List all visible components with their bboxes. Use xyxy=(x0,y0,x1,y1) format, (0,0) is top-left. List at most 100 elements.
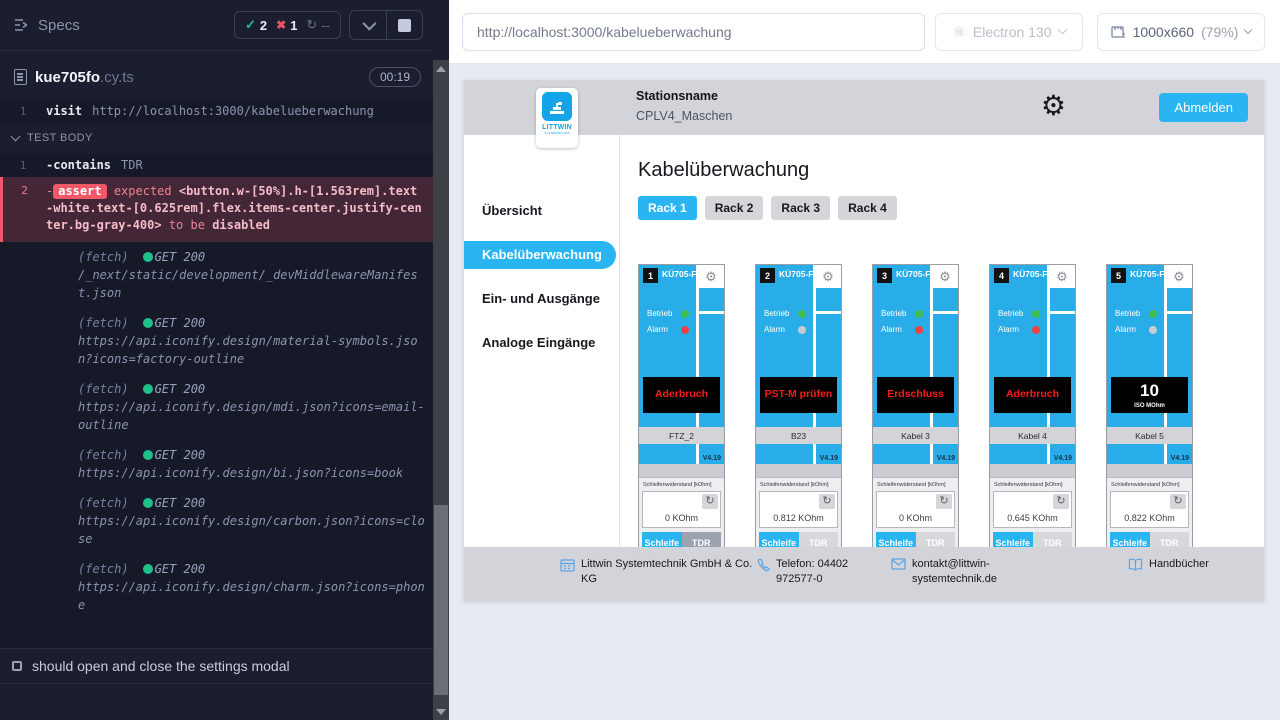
scroll-down-arrow[interactable] xyxy=(436,709,446,715)
spec-file-row[interactable]: kue705fo.cy.ts 00:19 xyxy=(0,51,433,99)
tab-rack-2[interactable]: Rack 2 xyxy=(705,196,764,220)
chevron-down-icon xyxy=(11,132,21,142)
command-assert-failed[interactable]: 2 -assert expected <button.w-[50%].h-[1.… xyxy=(0,177,433,242)
viewport-selector[interactable]: 1000x660 (79%) xyxy=(1097,13,1265,51)
status-ok-dot xyxy=(143,318,153,328)
device-type: KÜ705-FO xyxy=(779,269,820,279)
status-ok-dot xyxy=(143,498,153,508)
measurement-panel: Schleifenwiderstand [kOhm] ↻ 0 KOhm Schl… xyxy=(873,477,958,555)
cable-name: B23 xyxy=(756,427,841,444)
device-card-4: 4 KÜ705-FO ⚙ Betrieb Alarm Aderbruch Kab… xyxy=(989,264,1076,556)
sidebar-item-ein-und-ausgaenge[interactable]: Ein- und Ausgänge xyxy=(464,285,619,313)
assert-badge: assert xyxy=(53,184,106,199)
status-ok-dot xyxy=(143,564,153,574)
refresh-icon[interactable]: ↻ xyxy=(819,494,835,509)
resistance-value: 0.822 KOhm xyxy=(1111,513,1188,523)
stat-failed: ✖1 xyxy=(276,18,297,33)
alarm-led xyxy=(681,326,689,334)
measurement-panel: Schleifenwiderstand [kOhm] ↻ 0 KOhm Schl… xyxy=(639,477,724,555)
settings-gear-icon[interactable]: ⚙ xyxy=(1041,89,1066,123)
rack-tabs: Rack 1 Rack 2 Rack 3 Rack 4 xyxy=(638,196,1264,220)
specs-menu-button[interactable]: Specs xyxy=(14,17,80,34)
tab-rack-4[interactable]: Rack 4 xyxy=(838,196,897,220)
firmware-version: V4.19 xyxy=(1054,455,1072,462)
device-type: KÜ705-FO xyxy=(1013,269,1054,279)
card-number: 1 xyxy=(643,268,658,283)
scrollbar-thumb[interactable] xyxy=(434,505,448,695)
fetch-log-entry[interactable]: (fetch)GET 200 https://api.iconify.desig… xyxy=(0,308,433,374)
logout-button[interactable]: Abmelden xyxy=(1159,93,1248,122)
sidebar-item-analoge-eingaenge[interactable]: Analoge Eingänge xyxy=(464,329,619,357)
stop-button[interactable] xyxy=(386,11,422,39)
firmware-version: V4.19 xyxy=(703,455,721,462)
card-settings-gear-icon[interactable]: ⚙ xyxy=(815,265,841,288)
firmware-version: V4.19 xyxy=(820,455,838,462)
scrollbar-track[interactable] xyxy=(433,60,449,720)
cypress-reporter: Specs ✓2 ✖1 ↻-- kue705fo.cy.ts 00:19 1 v… xyxy=(0,0,433,720)
chevron-down-icon xyxy=(1057,25,1067,35)
resistance-value-box: ↻ 0.812 KOhm xyxy=(759,491,838,528)
browser-selector[interactable]: ⚛ Electron 130 xyxy=(935,13,1083,51)
alarm-led xyxy=(798,326,806,334)
tab-rack-3[interactable]: Rack 3 xyxy=(771,196,830,220)
device-card-5: 5 KÜ705-FO ⚙ Betrieb Alarm 10 ISO MOhm K… xyxy=(1106,264,1193,556)
pending-test-icon xyxy=(12,661,22,671)
refresh-icon[interactable]: ↻ xyxy=(702,494,718,509)
status-ok-dot xyxy=(143,384,153,394)
refresh-icon[interactable]: ↻ xyxy=(1170,494,1186,509)
footer-email: kontakt@littwin-systemtechnik.de xyxy=(891,557,1046,601)
test-stats: ✓2 ✖1 ↻-- xyxy=(234,11,341,39)
phone-icon xyxy=(756,558,770,601)
reporter-footer-space xyxy=(0,684,433,720)
footer-email-link[interactable]: kontakt@littwin-systemtechnik.de xyxy=(912,557,1046,601)
measurement-panel: Schleifenwiderstand [kOhm] ↻ 0.822 KOhm … xyxy=(1107,477,1192,555)
card-settings-gear-icon[interactable]: ⚙ xyxy=(1166,265,1192,288)
fetch-log-entry[interactable]: (fetch)GET 200 https://api.iconify.desig… xyxy=(0,440,433,488)
command-contains[interactable]: 1 -containsTDR xyxy=(0,153,433,177)
alarm-led xyxy=(1149,326,1157,334)
status-display: 10 ISO MOhm xyxy=(1111,377,1188,413)
card-number: 4 xyxy=(994,268,1009,283)
app-body: Übersicht Kabelüberwachung Ein- und Ausg… xyxy=(464,135,1264,547)
sidebar-item-uebersicht[interactable]: Übersicht xyxy=(464,197,619,225)
command-log: 1 visithttp://localhost:3000/kabelueberw… xyxy=(0,99,433,648)
fetch-log-entry[interactable]: (fetch)GET 200 https://api.iconify.desig… xyxy=(0,554,433,620)
factory-icon xyxy=(560,558,575,601)
runner-controls xyxy=(349,10,423,40)
stop-icon xyxy=(398,19,411,32)
app-footer: Littwin Systemtechnik GmbH & Co. KG Tele… xyxy=(464,547,1264,601)
cable-name: FTZ_2 xyxy=(639,427,724,444)
chevron-down-icon xyxy=(1244,26,1252,34)
cross-icon: ✖ xyxy=(276,18,286,32)
fetch-log-entry[interactable]: (fetch)GET 200 /_next/static/development… xyxy=(0,242,433,308)
card-settings-gear-icon[interactable]: ⚙ xyxy=(698,265,724,288)
card-settings-gear-icon[interactable]: ⚙ xyxy=(932,265,958,288)
alarm-led xyxy=(1032,326,1040,334)
sidebar-item-kabelueberwachung[interactable]: Kabelüberwachung xyxy=(464,241,616,269)
test-body-section[interactable]: TEST BODY xyxy=(0,123,433,153)
fetch-log-entry[interactable]: (fetch)GET 200 https://api.iconify.desig… xyxy=(0,374,433,440)
scroll-up-arrow[interactable] xyxy=(436,66,446,72)
firmware-version: V4.19 xyxy=(937,455,955,462)
tab-rack-1[interactable]: Rack 1 xyxy=(638,196,697,220)
cable-name: Kabel 3 xyxy=(873,427,958,444)
url-input[interactable]: http://localhost:3000/kabelueberwachung xyxy=(462,13,925,51)
chevron-down-icon xyxy=(362,17,376,31)
reporter-header: Specs ✓2 ✖1 ↻-- xyxy=(0,0,433,50)
collapse-button[interactable] xyxy=(350,11,386,39)
device-cards: 1 KÜ705-FO ⚙ Betrieb Alarm Aderbruch FTZ… xyxy=(638,264,1264,556)
refresh-icon[interactable]: ↻ xyxy=(1053,494,1069,509)
status-ok-dot xyxy=(143,252,153,262)
card-settings-gear-icon[interactable]: ⚙ xyxy=(1049,265,1075,288)
card-number: 3 xyxy=(877,268,892,283)
resistance-value-box: ↻ 0.645 KOhm xyxy=(993,491,1072,528)
station-info: Stationsname CPLV4_Maschen xyxy=(636,89,732,123)
refresh-icon[interactable]: ↻ xyxy=(936,494,952,509)
fetch-log-entry[interactable]: (fetch)GET 200 https://api.iconify.desig… xyxy=(0,488,433,554)
pending-test-row[interactable]: should open and close the settings modal xyxy=(0,648,433,684)
reporter-scrollbar xyxy=(433,0,449,720)
device-card-1: 1 KÜ705-FO ⚙ Betrieb Alarm Aderbruch FTZ… xyxy=(638,264,725,556)
footer-manuals[interactable]: Handbücher xyxy=(1128,557,1209,601)
command-visit[interactable]: 1 visithttp://localhost:3000/kabelueberw… xyxy=(0,99,433,123)
cable-name: Kabel 5 xyxy=(1107,427,1192,444)
